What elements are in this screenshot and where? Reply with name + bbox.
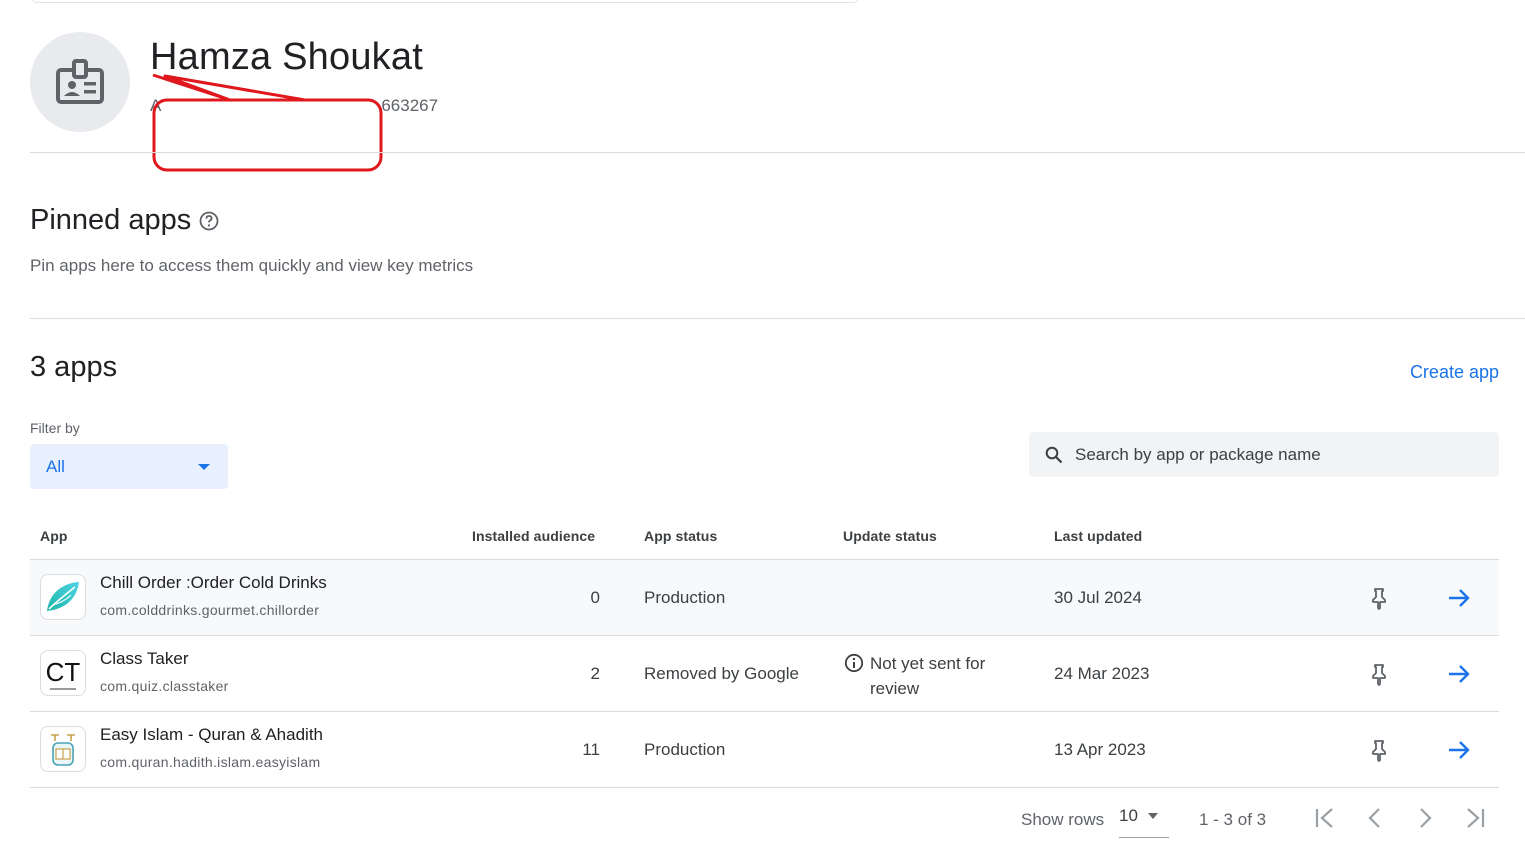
app-status: Production [644,740,726,759]
pagination-range: 1 - 3 of 3 [1199,810,1267,829]
pinned-divider [30,318,1525,319]
pin-icon[interactable] [1368,586,1390,610]
app-name[interactable]: Easy Islam - Quran & Ahadith [100,725,323,745]
account-id-suffix: 663267 [381,96,439,115]
app-status: Removed by Google [644,664,799,683]
first-page-icon[interactable] [1312,804,1338,832]
table-row[interactable]: Easy Islam - Quran & Ahadith com.quran.h… [30,712,1499,788]
developer-name: Hamza Shoukat [150,36,423,78]
last-updated: 24 Mar 2023 [1054,664,1150,683]
apps-count-heading: 3 apps [30,351,118,383]
chill-order-icon [40,574,86,620]
dropdown-caret-icon [198,463,210,470]
developer-avatar [30,32,130,132]
class-taker-icon-text: CT [45,656,81,687]
update-status: Not yet sent for review [844,651,1010,701]
arrow-right-icon[interactable] [1446,586,1472,610]
app-status: Production [644,588,726,607]
column-header-update-status[interactable]: Update status [843,528,937,544]
table-bottom-divider [30,787,1499,788]
installed-audience: 0 [590,588,600,607]
search-input[interactable] [1075,444,1475,465]
column-header-app-status[interactable]: App status [644,528,717,544]
column-header-last-updated[interactable]: Last updated [1054,528,1142,544]
arrow-right-icon[interactable] [1446,662,1472,686]
easy-islam-icon [40,726,86,772]
help-icon[interactable] [199,211,219,231]
developer-account-id: A 663267 [150,96,438,116]
app-name[interactable]: Chill Order :Order Cold Drinks [100,573,327,593]
id-badge-icon [56,59,104,104]
red-redaction-annotation [152,73,383,172]
pinned-apps-description: Pin apps here to access them quickly and… [30,256,474,275]
last-page-icon[interactable] [1462,804,1488,832]
last-updated: 13 Apr 2023 [1054,740,1146,759]
pinned-apps-heading: Pinned apps [30,204,219,237]
class-taker-icon-underline [50,687,76,690]
app-name[interactable]: Class Taker [100,649,189,669]
info-icon [844,653,864,673]
show-rows-label: Show rows [1021,810,1105,829]
update-status-text: Not yet sent for review [870,654,986,698]
rows-per-page-select[interactable]: 10 [1119,806,1169,838]
account-id-prefix: A [150,96,162,115]
previous-page-icon[interactable] [1362,804,1388,832]
create-app-link[interactable]: Create app [1410,362,1499,383]
app-package: com.quiz.classtaker [100,678,229,694]
search-icon [1045,446,1063,463]
arrow-right-icon[interactable] [1446,738,1472,762]
pin-icon[interactable] [1368,662,1390,686]
table-row[interactable]: CT Class Taker com.quiz.classtaker 2 Rem… [30,636,1499,712]
next-page-icon[interactable] [1412,804,1438,832]
installed-audience: 11 [582,740,600,759]
app-package: com.quran.hadith.islam.easyislam [100,754,321,770]
class-taker-icon: CT [40,650,86,696]
top-search-strip [32,0,858,3]
filter-dropdown[interactable]: All [30,444,228,489]
dropdown-caret-icon [1147,813,1158,819]
app-search-box[interactable] [1029,432,1499,477]
table-row[interactable]: Chill Order :Order Cold Drinks com.coldd… [30,560,1499,636]
filter-value: All [46,456,65,476]
pinned-apps-title: Pinned apps [30,204,192,236]
rows-per-page-value: 10 [1119,806,1138,825]
header-divider [30,152,1525,153]
app-package: com.colddrinks.gourmet.chillorder [100,602,320,618]
installed-audience: 2 [590,664,600,683]
filter-label: Filter by [30,420,80,436]
pin-icon[interactable] [1368,738,1390,762]
column-header-app[interactable]: App [40,528,68,544]
last-updated: 30 Jul 2024 [1054,588,1142,607]
column-header-installed-audience[interactable]: Installed audience [472,528,595,544]
